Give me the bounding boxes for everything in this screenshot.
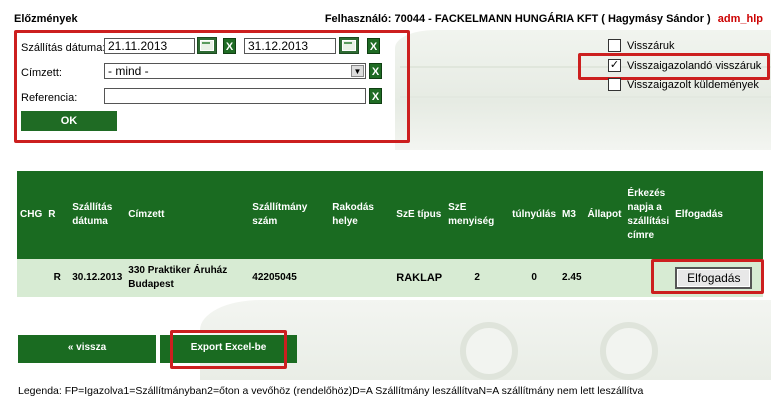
date-to-input[interactable] — [244, 38, 336, 54]
back-button[interactable]: « vissza — [18, 335, 156, 363]
column-header: M3 — [559, 171, 585, 259]
sze-type-cell: RAKLAP — [393, 259, 446, 297]
column-header: Állapot — [584, 171, 625, 259]
page-title: Előzmények — [14, 13, 78, 25]
returns-to-confirm-option-label: Visszaigazolandó visszáruk — [627, 60, 762, 72]
column-header: R — [45, 171, 70, 259]
confirmed-shipments-checkbox[interactable] — [608, 78, 621, 91]
column-header: túlnyúlás — [509, 171, 560, 259]
calendar-icon[interactable] — [339, 37, 359, 54]
overhang-cell: 0 — [509, 259, 560, 297]
returns-to-confirm-checkbox[interactable]: ✓ — [608, 59, 621, 72]
user-label: Felhasználó: 70044 - FACKELMANN HUNGÁRIA… — [324, 13, 711, 25]
date-from-input[interactable] — [104, 38, 195, 54]
help-link[interactable]: adm_hlp — [718, 13, 763, 25]
shipment-number-cell: 42205045 — [249, 259, 330, 297]
calendar-icon[interactable] — [197, 37, 217, 54]
top-bar: Előzmények Felhasználó: 70044 - FACKELMA… — [0, 12, 771, 28]
recipient-selected-value: - mind - — [108, 64, 149, 78]
column-header: CHG — [17, 171, 46, 259]
background-stripe — [400, 96, 771, 98]
returns-checkbox[interactable] — [608, 39, 621, 52]
m3-cell: 2.45 — [559, 259, 585, 297]
loading-place-cell — [329, 259, 394, 297]
column-header: Rakodás helye — [329, 171, 394, 259]
returns-option-label: Visszáruk — [627, 40, 675, 52]
reference-label: Referencia: — [21, 92, 78, 104]
sze-qty-cell: 2 — [445, 259, 510, 297]
confirmed-shipments-option-label: Visszaigazolt küldemények — [627, 79, 759, 91]
column-header: Érkezés napja a szállítási címre — [624, 171, 673, 259]
column-header: SzE menyiség — [445, 171, 510, 259]
chg-cell — [17, 259, 46, 297]
recipient-label: Címzett: — [21, 67, 62, 79]
reference-input[interactable] — [104, 88, 366, 104]
recipient-cell: 330 Praktiker Áruház Budapest — [125, 259, 250, 297]
background-wheel — [600, 322, 658, 380]
column-header: Szállítmány szám — [249, 171, 330, 259]
legend-text: Legenda: FP=Igazolva1=Szállítmányban2=őt… — [18, 385, 644, 397]
background-wheel — [460, 322, 518, 380]
ok-button[interactable]: OK — [21, 111, 117, 131]
column-header: Elfogadás — [672, 171, 763, 259]
accept-highlight — [651, 259, 764, 294]
date-label: Szállítás dátuma: — [21, 42, 106, 54]
clear-date-from-button[interactable]: X — [223, 38, 236, 54]
r-cell: R — [45, 259, 70, 297]
table-header-row: CHG R Szállítás dátuma Címzett Szállítmá… — [17, 171, 763, 259]
user-info: Felhasználó: 70044 - FACKELMANN HUNGÁRIA… — [325, 13, 763, 25]
clear-date-to-button[interactable]: X — [367, 38, 380, 54]
recipient-select[interactable]: - mind - ▼ — [104, 63, 366, 79]
clear-recipient-button[interactable]: X — [369, 63, 382, 79]
status-cell — [584, 259, 625, 297]
export-highlight — [170, 330, 287, 369]
column-header: Címzett — [125, 171, 250, 259]
column-header: Szállítás dátuma — [69, 171, 126, 259]
column-header: SzE típus — [393, 171, 446, 259]
date-cell: 30.12.2013 — [69, 259, 126, 297]
chevron-down-icon[interactable]: ▼ — [351, 65, 364, 77]
clear-reference-button[interactable]: X — [369, 88, 382, 104]
